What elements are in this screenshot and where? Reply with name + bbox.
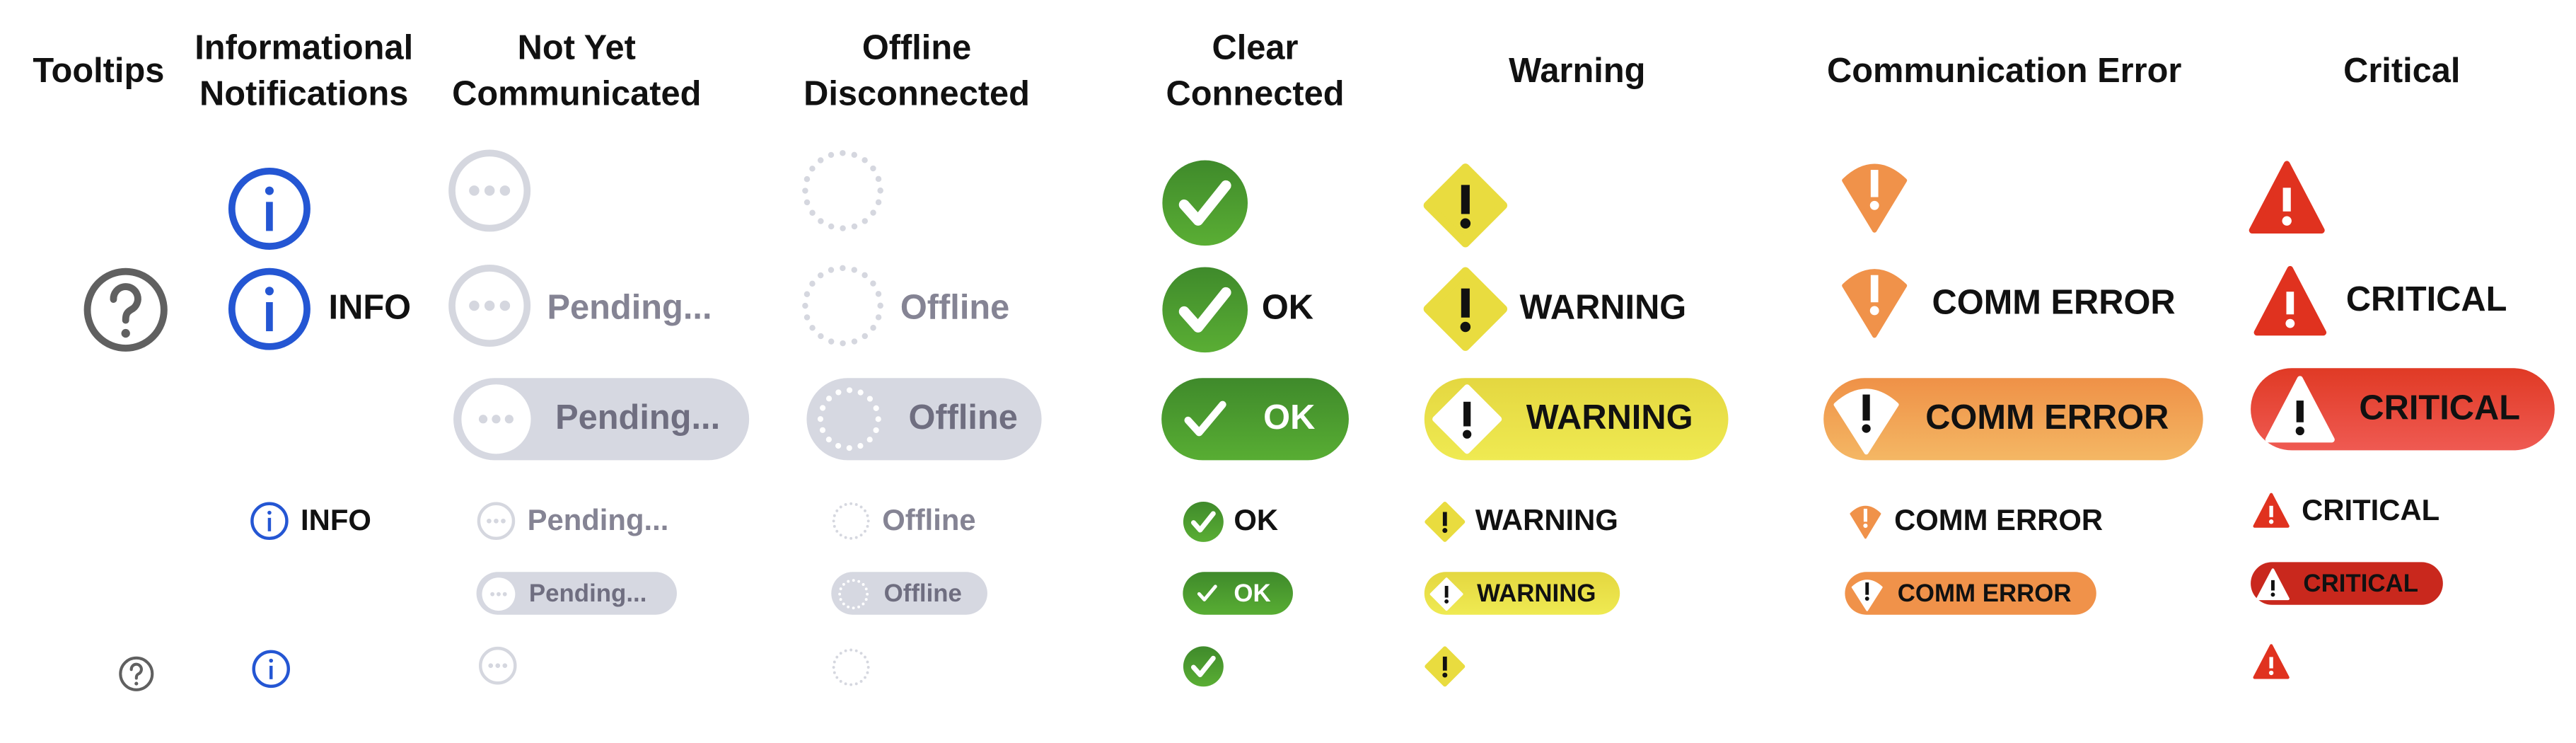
critical-triangle-icon [2251,491,2292,529]
ok-pill-label: OK [1234,579,1271,608]
header-line: Disconnected [803,75,1030,114]
warning-diamond-icon [1429,576,1464,611]
header-not-yet-communicated: Not Yet Communicated [452,26,701,118]
info-icon [250,501,289,541]
pending-pill-label: Pending... [555,399,721,437]
header-tooltips: Tooltips [33,52,165,91]
offline-pill: Offline [806,378,1042,461]
comm-error-pill-small: COMM ERROR [1845,572,2096,615]
ok-pill: OK [1161,378,1349,461]
pending-label: Pending... [527,503,669,537]
offline-pill-label: Offline [883,579,962,608]
pending-icon [477,501,516,541]
header-line: Connected [1166,75,1345,114]
status-icon-matrix: Tooltips Informational Notifications Not … [0,0,2576,743]
comm-error-label: COMM ERROR [1894,503,2104,537]
pending-icon [447,148,533,234]
check-icon [1161,266,1248,353]
ok-label: OK [1234,503,1279,537]
pending-icon [482,576,516,611]
offline-pill-small: Offline [831,572,987,615]
header-line: Communicated [452,75,702,114]
ok-pill-small: OK [1183,572,1293,615]
critical-triangle-icon [2247,263,2333,339]
pending-pill-label: Pending... [528,579,647,608]
comm-error-pill: COMM ERROR [1823,378,2203,461]
check-icon [1183,646,1224,687]
check-icon [1178,391,1234,447]
warning-diamond-icon [1425,646,1466,687]
header-warning: Warning [1509,52,1646,91]
warning-diamond-icon [1422,266,1508,352]
warning-pill-small: WARNING [1424,572,1620,615]
header-line: Informational [195,29,414,68]
pending-icon [447,263,533,349]
comm-error-pill-label: COMM ERROR [1897,579,2072,608]
offline-label: Offline [900,289,1010,328]
header-line: Offline [861,29,972,68]
info-icon [251,649,291,689]
critical-triangle-icon [2244,158,2330,236]
critical-triangle-icon [2264,373,2336,445]
ok-label: OK [1261,289,1313,328]
warning-pill-label: WARNING [1477,579,1596,608]
header-line: Clear [1212,29,1299,68]
pending-pill: Pending... [453,378,750,461]
critical-pill: CRITICAL [2251,368,2555,451]
check-icon [1183,501,1224,542]
header-offline: Offline Disconnected [803,26,1030,118]
warning-diamond-icon [1431,383,1503,455]
question-icon[interactable] [82,266,169,353]
critical-pill-label: CRITICAL [2359,389,2521,427]
question-icon[interactable] [118,656,154,692]
offline-icon [800,263,886,349]
offline-icon [800,148,886,234]
info-label: INFO [328,289,412,328]
info-icon [227,266,313,352]
offline-label: Offline [882,503,976,537]
critical-triangle-icon [2256,566,2290,601]
info-icon [227,166,313,252]
header-clear: Clear Connected [1166,26,1345,118]
comm-error-icon [1830,158,1918,234]
header-line: Not Yet [517,29,636,68]
comm-error-pill-label: COMM ERROR [1925,399,2169,437]
comm-error-icon [1850,576,1884,611]
ok-pill-label: OK [1263,399,1316,437]
header-line: Notifications [199,75,409,114]
warning-label: WARNING [1475,503,1618,537]
header-comm-error: Communication Error [1827,52,2182,91]
comm-error-label: COMM ERROR [1932,284,2176,323]
check-icon [1195,580,1221,606]
offline-icon [836,576,871,611]
offline-icon [831,501,871,541]
pending-label: Pending... [547,289,712,328]
header-critical: Critical [2343,52,2461,91]
warning-diamond-icon [1425,501,1466,542]
warning-pill-label: WARNING [1526,399,1693,437]
warning-pill: WARNING [1424,378,1729,461]
warning-label: WARNING [1519,289,1687,328]
critical-triangle-icon [2251,643,2292,680]
warning-diamond-icon [1422,163,1508,248]
pending-icon [478,646,518,686]
offline-pill-label: Offline [908,399,1018,437]
offline-icon [813,383,886,455]
offline-icon [831,647,871,687]
pending-icon [460,383,532,455]
critical-label: CRITICAL [2302,493,2440,527]
check-icon [1161,159,1248,246]
comm-error-icon [1845,503,1886,539]
critical-label: CRITICAL [2345,281,2507,319]
critical-pill-label: CRITICAL [2303,569,2419,598]
header-informational: Informational Notifications [195,26,413,118]
comm-error-icon [1830,383,1902,455]
critical-pill-small: CRITICAL [2251,562,2443,605]
info-label: INFO [301,503,371,537]
pending-pill-small: Pending... [476,572,677,615]
comm-error-icon [1830,263,1918,339]
